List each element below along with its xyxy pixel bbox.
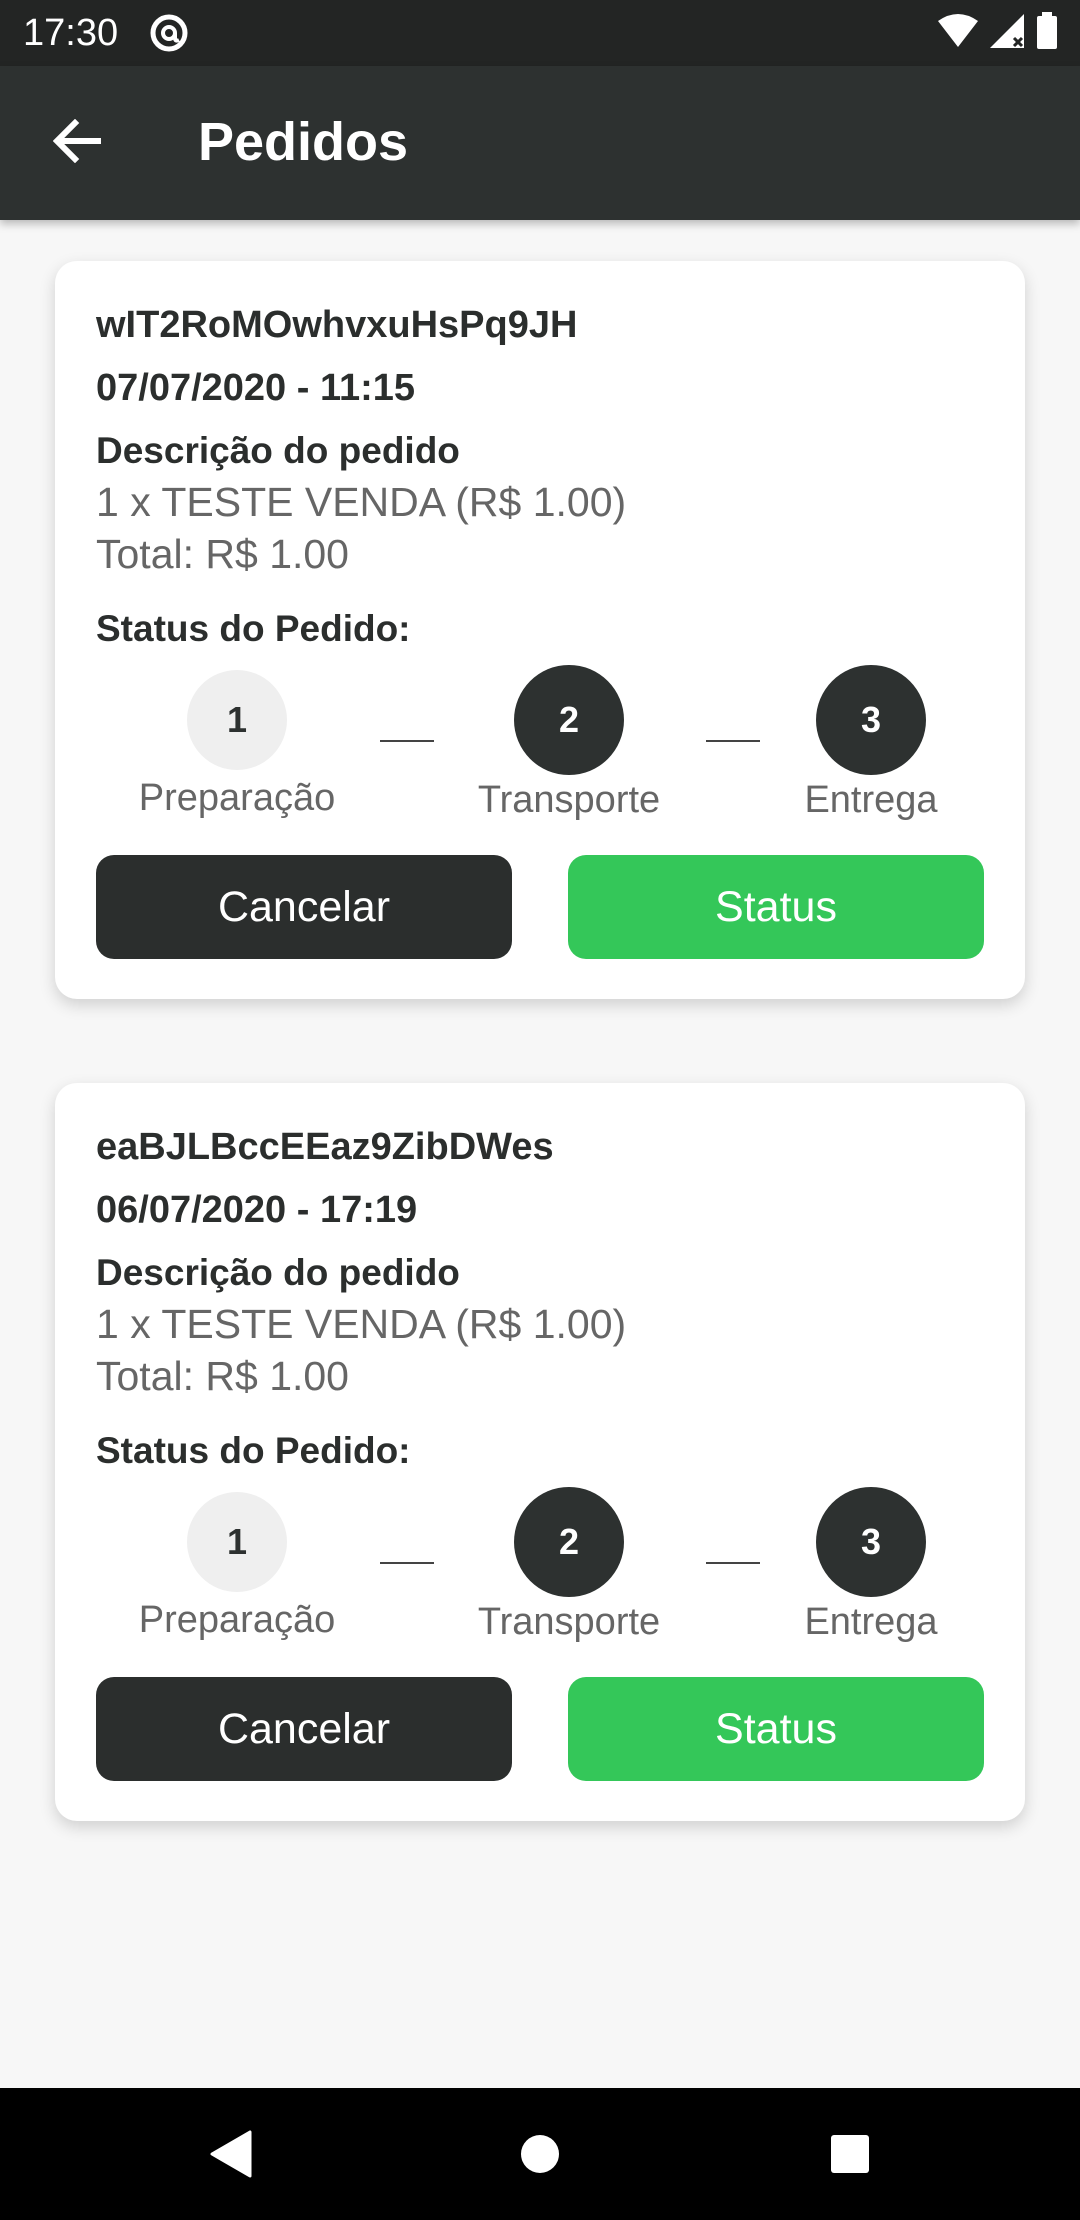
- cancel-button[interactable]: Cancelar: [96, 1677, 512, 1781]
- status-button[interactable]: Status: [568, 1677, 984, 1781]
- cancel-button[interactable]: Cancelar: [96, 855, 512, 959]
- step-number: 1: [187, 670, 287, 770]
- description-title: Descrição do pedido: [96, 430, 460, 471]
- wifi-icon: [938, 13, 978, 54]
- arrow-left-icon: [52, 118, 102, 168]
- status-time: 17:30: [23, 12, 119, 54]
- step-number: 3: [816, 1487, 926, 1597]
- step-label: Entrega: [804, 1601, 938, 1643]
- step-number: 2: [514, 1487, 624, 1597]
- status-button[interactable]: Status: [568, 855, 984, 959]
- order-item: 1 x TESTE VENDA (R$ 1.00): [96, 1301, 627, 1347]
- step-preparacao: 1 Preparação: [127, 665, 347, 821]
- step-transporte: 2 Transporte: [459, 1487, 679, 1645]
- order-id: wIT2RoMOwhvxuHsPq9JH: [96, 304, 578, 346]
- nav-recents-button[interactable]: [820, 2128, 880, 2184]
- status-title: Status do Pedido:: [96, 1430, 411, 1471]
- app-bar: Pedidos: [0, 66, 1080, 220]
- order-total: Total: R$ 1.00: [96, 1353, 349, 1399]
- nav-back-button[interactable]: [200, 2128, 260, 2184]
- step-connector: [380, 740, 434, 742]
- order-card: eaBJLBccEEaz9ZibDWes 06/07/2020 - 17:19 …: [55, 1083, 1025, 1821]
- page-title: Pedidos: [198, 112, 409, 172]
- signal-icon: [988, 12, 1026, 55]
- step-connector: [706, 740, 760, 742]
- order-datetime: 06/07/2020 - 17:19: [96, 1189, 418, 1231]
- step-number: 2: [514, 665, 624, 775]
- recents-square-icon: [829, 2133, 871, 2180]
- order-item: 1 x TESTE VENDA (R$ 1.00): [96, 479, 627, 525]
- step-label: Transporte: [477, 779, 661, 821]
- navigation-bar: [0, 2088, 1080, 2220]
- step-entrega: 3 Entrega: [761, 665, 981, 823]
- home-circle-icon: [519, 2133, 561, 2180]
- status-bar: 17:30: [0, 0, 1080, 66]
- step-preparacao: 1 Preparação: [127, 1487, 347, 1643]
- step-connector: [380, 1562, 434, 1564]
- step-label: Preparação: [138, 1599, 336, 1641]
- order-datetime: 07/07/2020 - 11:15: [96, 367, 416, 409]
- order-id: eaBJLBccEEaz9ZibDWes: [96, 1126, 554, 1168]
- back-triangle-icon: [208, 2130, 252, 2183]
- status-title: Status do Pedido:: [96, 608, 411, 649]
- step-connector: [706, 1562, 760, 1564]
- step-label: Preparação: [138, 777, 336, 819]
- description-title: Descrição do pedido: [96, 1252, 460, 1293]
- order-total: Total: R$ 1.00: [96, 531, 349, 577]
- step-entrega: 3 Entrega: [761, 1487, 981, 1645]
- battery-icon: [1036, 11, 1058, 55]
- nav-home-button[interactable]: [510, 2128, 570, 2184]
- back-button[interactable]: [40, 111, 114, 175]
- step-number: 3: [816, 665, 926, 775]
- step-label: Transporte: [477, 1601, 661, 1643]
- at-sign-icon: [148, 12, 190, 54]
- step-label: Entrega: [804, 779, 938, 821]
- order-card: wIT2RoMOwhvxuHsPq9JH 07/07/2020 - 11:15 …: [55, 261, 1025, 999]
- step-number: 1: [187, 1492, 287, 1592]
- step-transporte: 2 Transporte: [459, 665, 679, 823]
